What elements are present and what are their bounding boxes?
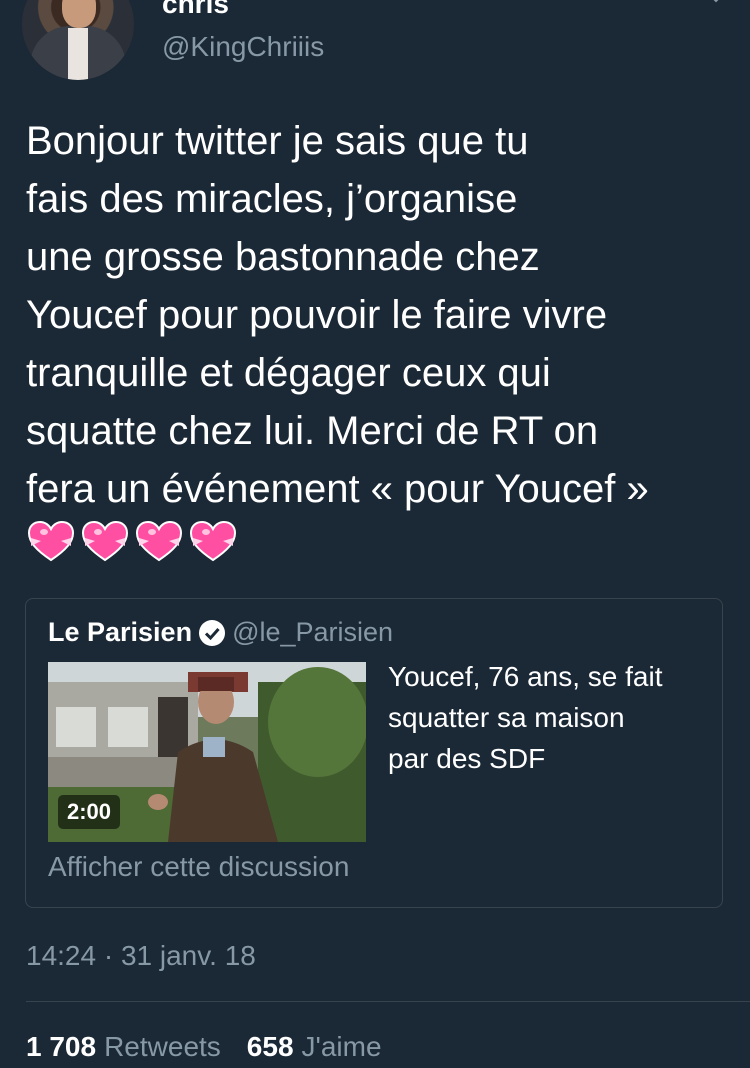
likes-stat[interactable]: 658 J'aime bbox=[247, 1031, 382, 1063]
author-display-name[interactable]: chris bbox=[162, 0, 229, 20]
heart-with-ribbon-icon bbox=[189, 520, 237, 562]
engagement-stats: 1 708 Retweets 658 J'aime bbox=[26, 1031, 382, 1063]
divider bbox=[26, 1001, 750, 1002]
video-duration-badge: 2:00 bbox=[58, 795, 121, 829]
retweets-stat[interactable]: 1 708 Retweets bbox=[26, 1031, 221, 1063]
heart-with-ribbon-icon bbox=[135, 520, 183, 562]
quoted-author: Le Parisien @le_Parisien bbox=[48, 617, 393, 648]
retweets-count: 1 708 bbox=[26, 1031, 97, 1062]
quoted-tweet-card[interactable]: Le Parisien @le_Parisien 2:00 Youcef, 76… bbox=[25, 598, 723, 908]
tweet-timestamp[interactable]: 14:24 · 31 janv. 18 bbox=[26, 940, 256, 972]
show-thread-link[interactable]: Afficher cette discussion bbox=[48, 851, 349, 883]
quoted-tweet-text: Youcef, 76 ans, se fait squatter sa mais… bbox=[388, 661, 663, 774]
video-thumbnail[interactable]: 2:00 bbox=[48, 662, 366, 842]
tweet-header: chris @KingChriiis bbox=[0, 0, 750, 90]
avatar[interactable] bbox=[22, 0, 134, 80]
author-handle[interactable]: @KingChriiis bbox=[162, 31, 324, 63]
retweets-label: Retweets bbox=[104, 1031, 221, 1062]
verified-badge-icon bbox=[199, 619, 226, 646]
chevron-down-icon[interactable] bbox=[708, 0, 724, 6]
likes-count: 658 bbox=[246, 1031, 294, 1062]
tweet-text: Bonjour twitter je sais que tu fais des … bbox=[26, 119, 649, 511]
likes-label: J'aime bbox=[301, 1031, 382, 1062]
emoji-row bbox=[26, 518, 238, 568]
heart-with-ribbon-icon bbox=[27, 520, 75, 562]
quoted-author-handle[interactable]: @le_Parisien bbox=[232, 617, 393, 648]
quoted-author-name[interactable]: Le Parisien bbox=[48, 617, 192, 648]
heart-with-ribbon-icon bbox=[81, 520, 129, 562]
